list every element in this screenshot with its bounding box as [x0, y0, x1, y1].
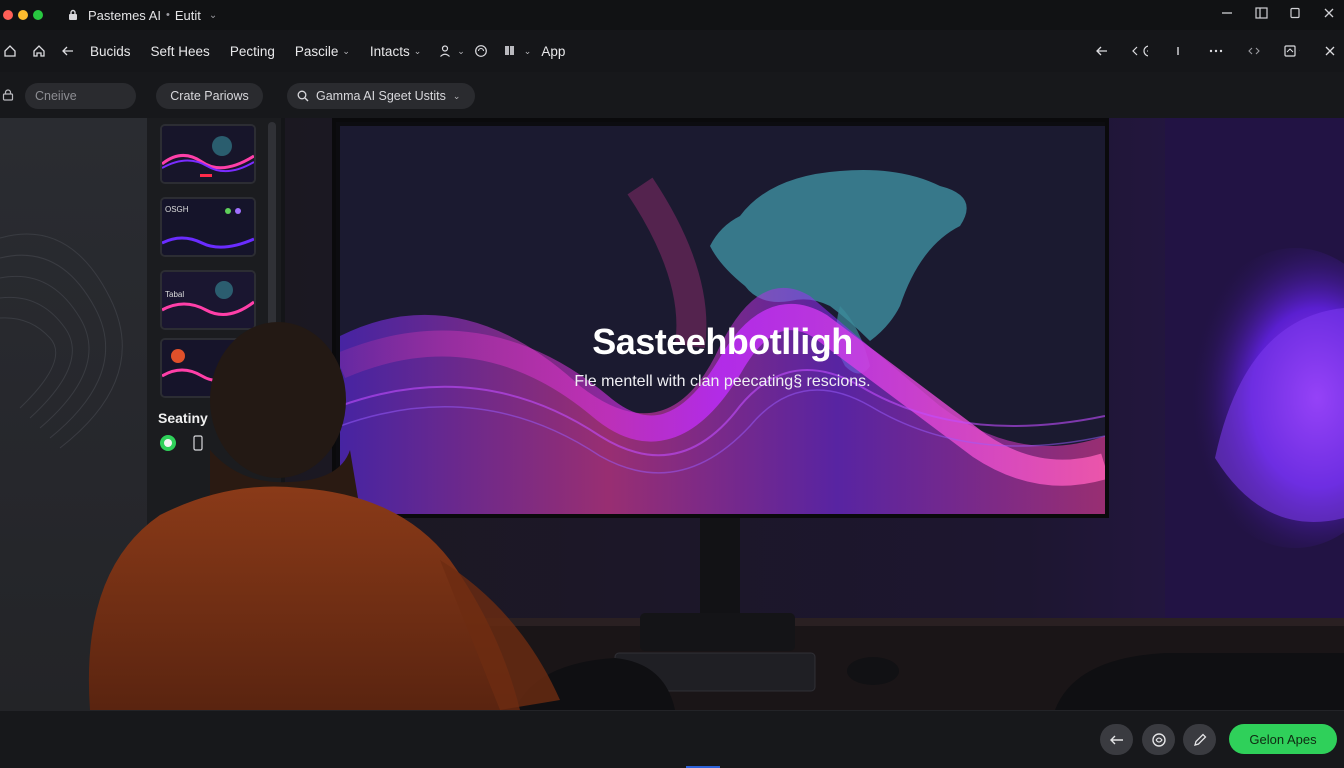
flag-icon[interactable] [502, 43, 518, 59]
slide-canvas[interactable]: Sasteehbotlligh Fle mentell with clan pe… [340, 126, 1105, 514]
left-panel-pattern [0, 233, 123, 449]
toolbar: Cneiive Crate Pariows Gamma AI Sgeet Ust… [0, 72, 1344, 118]
section-icons [160, 435, 203, 451]
menu-item-app[interactable]: App [541, 44, 565, 59]
globe-icon [1151, 732, 1167, 748]
chevron-down-icon: ⌄ [452, 90, 461, 101]
menu-item-bucids[interactable]: Bucids [90, 44, 131, 59]
edit-menu-label[interactable]: Eutit [175, 8, 201, 23]
thumbnail-wave-art [162, 272, 254, 328]
menu-item-pascile[interactable]: Pascile ⌄ [295, 44, 350, 59]
bottom-bar: Gelon Apes [0, 710, 1344, 768]
edit-button[interactable] [1183, 724, 1216, 755]
slide-subtitle[interactable]: Fle mentell with clan peecating§ rescion… [340, 373, 1105, 391]
sidebar-icon[interactable] [1254, 6, 1268, 20]
create-button-label: Crate Pariows [170, 89, 249, 103]
window-controls [1220, 6, 1336, 20]
title-separator: • [165, 9, 170, 21]
search-input[interactable]: Cneiive [25, 83, 136, 109]
restore-icon[interactable] [1288, 6, 1302, 20]
thumbnail-wave-art [162, 340, 254, 396]
thumbnail-wave-art [162, 126, 254, 182]
window-title: Pastemes AI [88, 7, 161, 23]
left-panel [0, 118, 147, 710]
globe-icon[interactable] [473, 43, 489, 59]
flag-caret[interactable]: ⌄ [524, 46, 532, 57]
chevron-down-icon: ⌄ [413, 45, 422, 56]
ai-assist-button[interactable] [1142, 724, 1175, 755]
close-window-button[interactable] [3, 10, 13, 20]
pen-icon [1192, 732, 1208, 748]
menu-item-seft-hees[interactable]: Seft Hees [151, 44, 210, 59]
back-arrow-icon[interactable] [1094, 43, 1110, 59]
close-icon[interactable] [1322, 43, 1338, 59]
menu-item-pecting[interactable]: Pecting [230, 44, 275, 59]
primary-action-button[interactable]: Gelon Apes [1229, 724, 1337, 754]
share-icon[interactable] [1132, 43, 1148, 59]
back-arrow-icon[interactable] [60, 43, 76, 59]
chevron-down-icon: ⌄ [457, 45, 465, 56]
menu-item-intacts[interactable]: Intacts ⌄ [370, 44, 421, 59]
slide-thumbnail-2[interactable]: OSGH [160, 197, 256, 257]
zoom-window-button[interactable] [33, 10, 43, 20]
minimize-window-button[interactable] [18, 10, 28, 20]
slide-wave-art [340, 170, 1105, 514]
lock-icon [67, 9, 79, 21]
window-traffic-lights [3, 10, 43, 20]
chevron-down-icon: ⌄ [523, 45, 532, 56]
search-input-placeholder: Cneiive [35, 89, 77, 103]
person-caret[interactable]: ⌄ [457, 46, 465, 57]
slide-thumbnail-3[interactable]: Tabal [160, 270, 256, 330]
minimize-icon[interactable] [1220, 6, 1234, 20]
lock-icon [2, 89, 14, 101]
thumbnail-title: OSGH [165, 205, 189, 214]
person-icon[interactable] [437, 43, 453, 59]
filmstrip-scrollbar[interactable] [268, 122, 276, 327]
title-bar: Pastemes AI • Eutit ⌄ [0, 0, 1344, 30]
gamma-dropdown-label: Gamma AI Sgeet Ustits [316, 89, 446, 103]
close-icon[interactable] [1322, 6, 1336, 20]
code-icon[interactable] [1246, 43, 1262, 59]
chevron-down-icon[interactable]: ⌄ [209, 10, 217, 21]
more-icon[interactable] [1208, 43, 1224, 59]
slide-thumbnail-1[interactable] [160, 124, 256, 184]
monitor: Sasteehbotlligh Fle mentell with clan pe… [332, 118, 1109, 518]
info-icon[interactable] [1170, 43, 1186, 59]
search-icon [297, 90, 309, 102]
section-title: Seatiny [158, 410, 208, 426]
menu-bar: Bucids Seft Hees Pecting Pascile ⌄ Intact… [0, 30, 1344, 72]
create-button[interactable]: Crate Pariows [156, 83, 263, 109]
chevron-down-icon: ⌄ [342, 45, 350, 56]
gamma-dropdown[interactable]: Gamma AI Sgeet Ustits ⌄ [287, 83, 475, 109]
presentation-stage: Sasteehbotlligh Fle mentell with clan pe… [285, 118, 1344, 710]
back-arrow-icon [1109, 733, 1125, 747]
menubar-right-tools [1094, 43, 1338, 59]
home-outline-icon[interactable] [31, 43, 47, 59]
section-card[interactable]: Seatiny [158, 410, 258, 466]
undo-button[interactable] [1100, 724, 1133, 755]
thumbnail-title: Tabal [165, 290, 185, 299]
home-icon[interactable] [2, 43, 18, 59]
primary-action-label: Gelon Apes [1249, 731, 1317, 747]
layout-icon[interactable] [1284, 43, 1300, 59]
slide-thumbnail-4[interactable] [160, 338, 256, 398]
slide-title[interactable]: Sasteehbotlligh [340, 321, 1105, 363]
